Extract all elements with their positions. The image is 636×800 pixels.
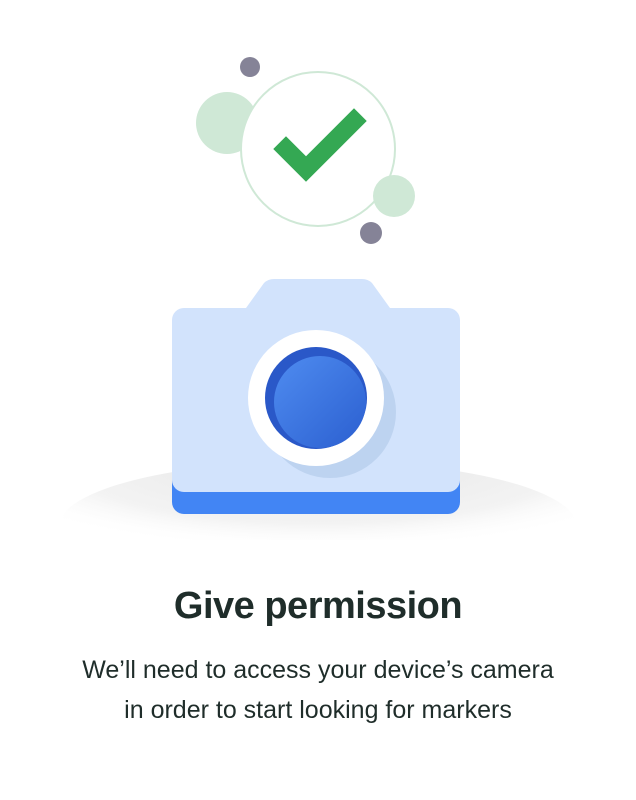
decor-bubble-right bbox=[373, 175, 415, 217]
decor-dot-top bbox=[240, 57, 260, 77]
camera-icon bbox=[172, 279, 460, 514]
permission-screen: Give permission We’ll need to access you… bbox=[0, 0, 636, 800]
decor-dot-bottom bbox=[360, 222, 382, 244]
description-line-2: in order to start looking for markers bbox=[124, 696, 512, 724]
lens-glass bbox=[274, 356, 366, 448]
permission-description: We’ll need to access your device’s camer… bbox=[48, 650, 588, 730]
success-badge bbox=[196, 57, 415, 244]
description-line-1: We’ll need to access your device’s camer… bbox=[82, 656, 554, 684]
permission-illustration bbox=[60, 57, 576, 540]
permission-title: Give permission bbox=[173, 585, 463, 627]
camera-bump bbox=[246, 279, 390, 308]
